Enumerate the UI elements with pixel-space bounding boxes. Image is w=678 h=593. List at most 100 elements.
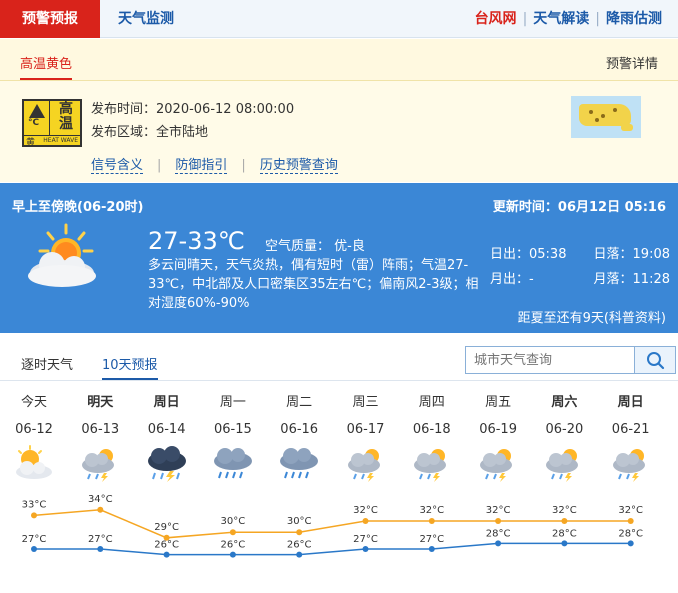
- day-name: 周五: [485, 395, 512, 410]
- tab-warning-forecast[interactable]: 预警预报: [0, 0, 100, 38]
- period-label: 早上至傍晚(06-20时): [12, 200, 144, 215]
- history-query-link[interactable]: 历史预警查询: [259, 158, 338, 174]
- day-date: 06-14: [147, 422, 186, 437]
- thunderstorm-icon: [147, 446, 186, 482]
- low-temp-point: [627, 540, 634, 547]
- top-nav: 预警预报 天气监测 台风网 | 天气解读 | 降雨估测: [0, 0, 678, 38]
- warning-en: HEAT WAVE: [24, 135, 80, 145]
- today-forecast-panel: 早上至傍晚(06-20时) 更新时间：06月12日 05:16 27-33℃ 空…: [0, 183, 678, 333]
- forecast-day: 周日 06-14: [137, 391, 197, 437]
- defense-guide-link[interactable]: 防御指引: [175, 158, 228, 174]
- low-temp-point: [428, 546, 435, 552]
- signal-meaning-link[interactable]: 信号含义: [91, 158, 144, 174]
- tab-hourly[interactable]: 逐时天气: [21, 354, 73, 373]
- forecast-day: 明天 06-13: [70, 391, 130, 437]
- low-temp-label: 27°C: [353, 534, 378, 545]
- search-icon: [647, 352, 665, 370]
- high-temp-label: 32°C: [552, 505, 577, 516]
- today-temp-range: 27-33℃: [148, 227, 245, 255]
- city-search: [465, 346, 676, 374]
- day-name: 周日: [153, 395, 180, 410]
- sunrise: 日出：05:38: [490, 247, 567, 262]
- high-temp-point: [97, 506, 104, 513]
- day-name: 今天: [20, 395, 47, 410]
- high-temp-label: 30°C: [221, 516, 246, 527]
- rainfall-estimate-link[interactable]: 降雨估测: [600, 11, 668, 27]
- warning-links: 信号含义 | 防御指引 | 历史预警查询: [91, 158, 338, 174]
- day-date: 06-18: [412, 422, 451, 437]
- low-temp-label: 26°C: [287, 540, 312, 551]
- day-date: 06-20: [545, 422, 584, 437]
- day-date: 06-21: [611, 422, 650, 437]
- warning-detail-link[interactable]: 预警详情: [606, 53, 658, 72]
- divider: [0, 380, 678, 381]
- air-quality: 空气质量： 优-良: [265, 239, 365, 254]
- thunder-shower-icon: [480, 449, 513, 482]
- warning-subnav: 高温黄色 预警详情: [0, 39, 678, 81]
- low-temp-label: 27°C: [88, 534, 113, 545]
- weather-analysis-link[interactable]: 天气解读: [527, 11, 595, 27]
- thunder-shower-icon: [546, 449, 579, 482]
- publish-area-label: 发布区域：: [91, 125, 157, 140]
- update-time: 更新时间：06月12日 05:16: [492, 200, 666, 215]
- warning-unit: °C: [28, 118, 40, 128]
- high-temp-point: [362, 518, 369, 524]
- high-temp-point: [229, 529, 236, 536]
- moonrise: 月出：-: [490, 272, 534, 287]
- high-temp-point: [495, 518, 502, 524]
- day-name: 周四: [418, 395, 445, 410]
- high-temp-label: 32°C: [618, 505, 643, 516]
- high-temp-label: 34°C: [88, 494, 113, 505]
- tab-heat-yellow[interactable]: 高温黄色: [20, 53, 73, 80]
- rain-icon: [213, 448, 252, 479]
- day-name: 周一: [219, 395, 246, 410]
- low-temp-label: 28°C: [618, 528, 643, 539]
- low-temp-point: [561, 540, 568, 547]
- city-search-input[interactable]: [466, 347, 634, 373]
- search-button[interactable]: [634, 347, 675, 373]
- low-temp-label: 26°C: [154, 540, 179, 551]
- forecast-day: 周一 06-15: [203, 391, 263, 437]
- publish-time: 2020-06-12 08:00:00: [156, 102, 295, 117]
- heat-warning-icon: °C 黄 高温 HEAT WAVE: [22, 99, 82, 148]
- tab-weather-monitor[interactable]: 天气监测: [118, 0, 174, 38]
- sunset: 日落：19:08: [593, 247, 670, 262]
- solar-term-countdown[interactable]: 距夏至还有9天(科普资料): [518, 307, 666, 326]
- day-name: 周三: [352, 395, 379, 410]
- day-date: 06-17: [346, 422, 385, 437]
- low-temp-point: [31, 546, 37, 552]
- moonset: 月落：11:28: [593, 272, 670, 287]
- forecast-day: 周四 06-18: [402, 391, 462, 437]
- high-temp-label: 32°C: [486, 505, 511, 516]
- tab-10-day[interactable]: 10天预报: [102, 354, 158, 380]
- high-temp-label: 32°C: [353, 505, 378, 516]
- low-temp-label: 27°C: [22, 534, 47, 545]
- high-temp-point: [627, 518, 634, 524]
- forecast-day: 周日 06-21: [601, 391, 661, 437]
- low-temp-point: [229, 551, 236, 558]
- high-temp-label: 32°C: [419, 505, 444, 516]
- day-date: 06-12: [15, 422, 53, 437]
- low-temp-point: [296, 551, 303, 558]
- day-name: 周六: [551, 395, 578, 410]
- warning-map-thumbnail[interactable]: [571, 96, 641, 138]
- low-temp-label: 27°C: [419, 534, 444, 545]
- forecast-day: 周五 06-19: [468, 391, 528, 437]
- high-temp-point: [561, 518, 568, 524]
- forecast-day: 周二 06-16: [269, 391, 329, 437]
- thunder-shower-icon: [413, 449, 446, 482]
- low-temp-label: 28°C: [486, 528, 511, 539]
- publish-info: 发布时间：2020-06-12 08:00:00 发布区域：全市陆地: [91, 98, 294, 144]
- warning-panel: °C 黄 高温 HEAT WAVE 发布时间：2020-06-12 08:00:…: [0, 81, 678, 182]
- high-temp-label: 33°C: [22, 499, 47, 510]
- thunder-shower-icon: [347, 449, 380, 482]
- thunder-shower-icon: [82, 449, 115, 482]
- typhoon-link[interactable]: 台风网: [469, 11, 523, 27]
- low-temp-point: [97, 546, 104, 552]
- today-description: 多云间晴天，天气炎热，偶有短时（雷）阵雨；气温27-33℃，中北部及人口密集区3…: [148, 258, 479, 311]
- warning-name: 高温: [59, 101, 73, 132]
- day-date: 06-13: [81, 422, 120, 437]
- day-name: 周二: [286, 395, 313, 410]
- forecast-day: 今天 06-12: [4, 391, 64, 437]
- publish-time-label: 发布时间：: [91, 102, 157, 117]
